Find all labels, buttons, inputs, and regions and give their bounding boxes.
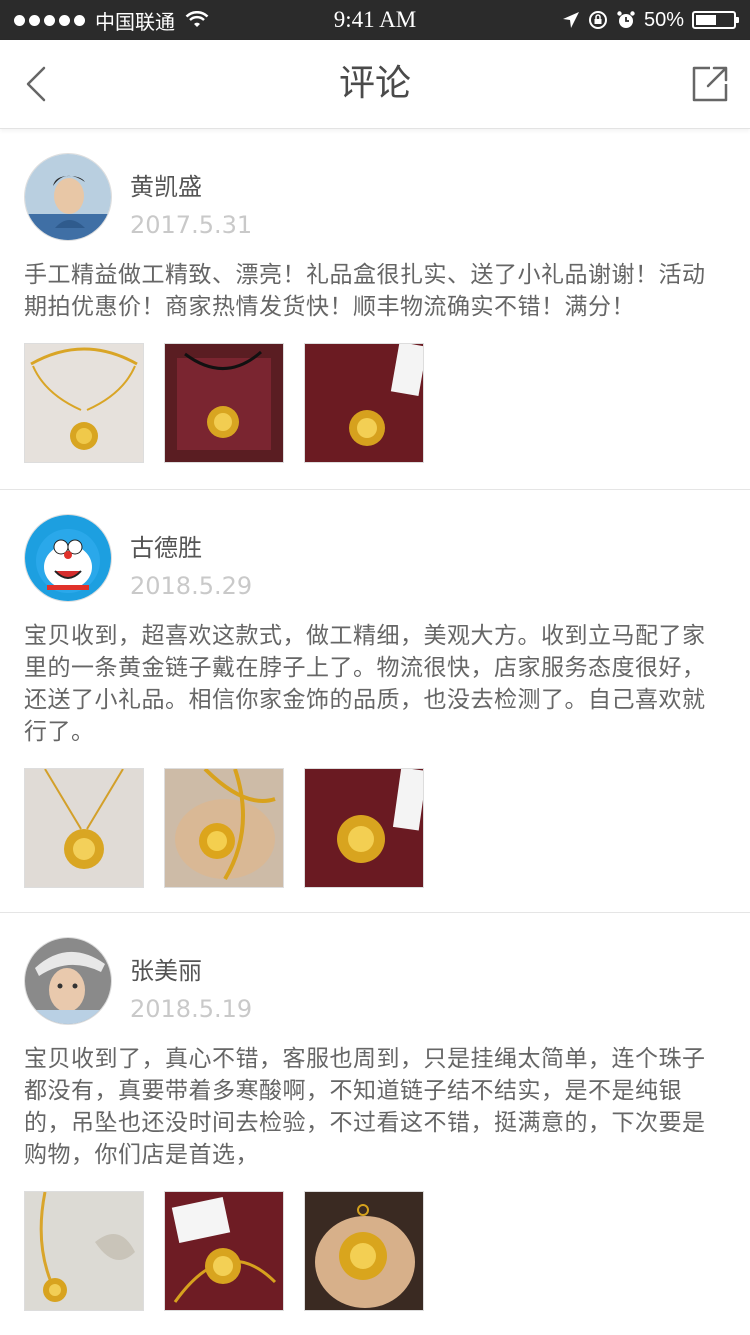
review-photo[interactable] [164,768,284,888]
review-photos [24,343,424,463]
review-text: 手工精益做工精致、漂亮！礼品盒很扎实、送了小礼品谢谢！活动期拍优惠价！商家热情发… [24,262,706,320]
reviewer-name: 张美丽 [130,957,202,985]
review-photos [24,1191,424,1311]
battery-percent: 50% [643,8,684,31]
review-photo[interactable] [164,343,284,463]
user-avatar [24,153,112,241]
alarm-icon [617,11,635,28]
review-photos [24,768,424,888]
review-date: 2018.5.29 [130,572,253,600]
review-photo[interactable] [24,1191,144,1311]
review-item: 黄凯盛 2017.5.31 手工精益做工精致、漂亮！礼品盒很扎实、送了小礼品谢谢… [0,129,750,490]
review-photo[interactable] [24,768,144,888]
review-item: 张美丽 2018.5.19 宝贝收到了，真心不错，客服也周到，只是挂绳太简单，连… [0,913,750,1335]
review-photo[interactable] [24,343,144,463]
user-avatar [24,937,112,1025]
nav-bar: 评论 [0,40,750,129]
user-avatar [24,514,112,602]
reviewer-name: 黄凯盛 [130,173,202,201]
review-item: 古德胜 2018.5.29 宝贝收到，超喜欢这款式，做工精细，美观大方。收到立马… [0,490,750,913]
review-photo[interactable] [164,1191,284,1311]
reviewer-name: 古德胜 [130,534,202,562]
review-photo[interactable] [304,768,424,888]
review-date: 2018.5.19 [130,995,253,1023]
page-title: 评论 [338,63,411,104]
location-icon [562,12,579,28]
status-bar: 中国联通 9:41 AM 50% [0,0,750,40]
battery-icon [692,11,739,29]
review-text: 宝贝收到，超喜欢这款式，做工精细，美观大方。收到立马配了家里的一条黄金链子戴在脖… [24,623,706,745]
review-date: 2017.5.31 [130,211,253,239]
share-icon[interactable] [688,62,732,106]
review-text: 宝贝收到了，真心不错，客服也周到，只是挂绳太简单，连个珠子都没有，真要带着多寒酸… [24,1046,706,1168]
review-photo[interactable] [304,1191,424,1311]
rotation-lock-icon [588,11,607,29]
review-photo[interactable] [304,343,424,463]
